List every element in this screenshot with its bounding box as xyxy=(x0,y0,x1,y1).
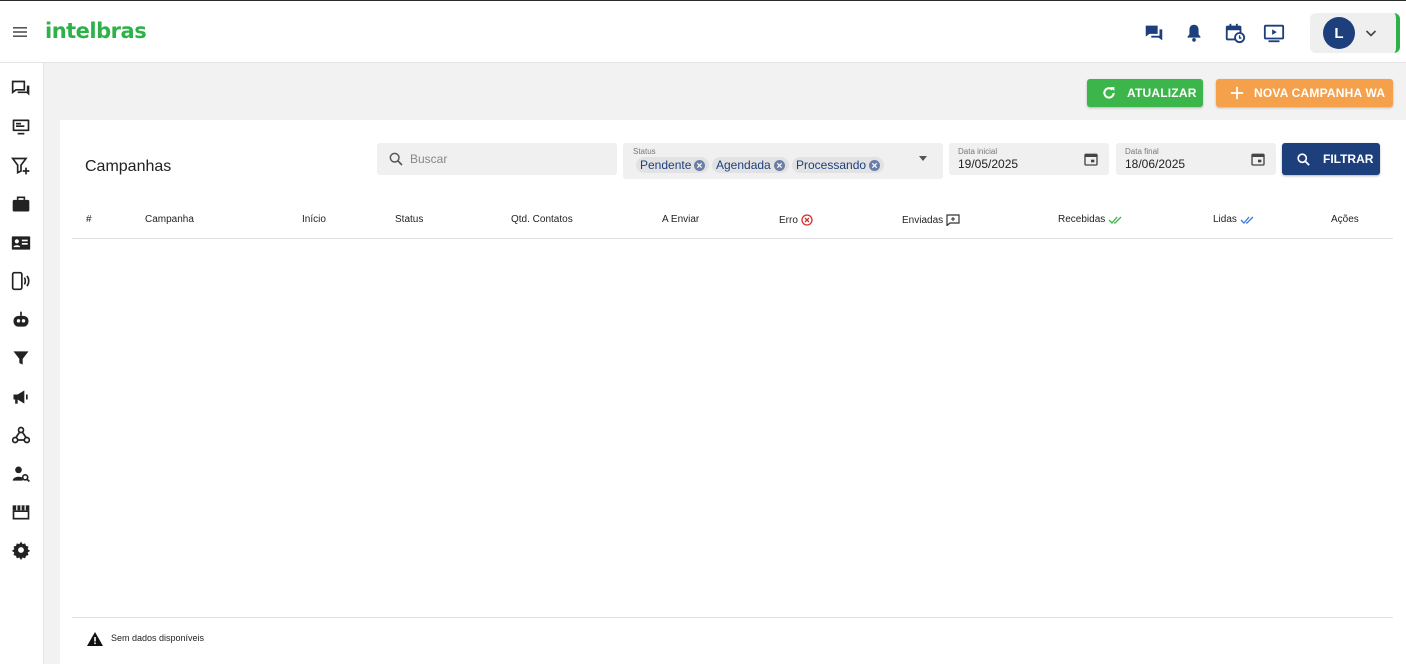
search-placeholder: Buscar xyxy=(410,152,448,166)
main-content: ATUALIZAR NOVA CAMPANHA WA Campanhas Bus… xyxy=(44,63,1406,664)
refresh-label: ATUALIZAR xyxy=(1127,86,1197,100)
column-header-actions: Ações xyxy=(1331,214,1359,225)
calendar-icon[interactable] xyxy=(1083,151,1099,167)
no-data-message: Sem dados disponíveis xyxy=(111,633,205,643)
phone-broadcast-icon[interactable] xyxy=(11,271,31,291)
column-header-sent[interactable]: Enviadas xyxy=(902,214,960,226)
avatar: L xyxy=(1323,17,1355,49)
status-chip-processando: Processando xyxy=(792,157,885,173)
sent-message-icon xyxy=(946,214,960,226)
chip-label: Pendente xyxy=(640,158,692,172)
column-header-number[interactable]: # xyxy=(86,214,92,225)
settings-icon[interactable] xyxy=(11,540,31,560)
column-header-status[interactable]: Status xyxy=(395,214,423,225)
chip-label: Agendada xyxy=(716,158,771,172)
filter-label: FILTRAR xyxy=(1323,152,1374,166)
search-icon xyxy=(1297,152,1310,166)
refresh-icon xyxy=(1103,87,1115,99)
calendar-clock-icon[interactable] xyxy=(1224,22,1246,44)
column-header-campaign[interactable]: Campanha xyxy=(145,214,194,225)
double-check-icon xyxy=(1240,216,1254,224)
status-select[interactable]: Status Pendente Agendada Processando xyxy=(623,143,943,179)
error-circle-icon xyxy=(801,214,813,226)
table-header: # Campanha Início Status Qtd. Contatos A… xyxy=(72,200,1393,239)
column-header-error[interactable]: Erro xyxy=(779,214,813,226)
search-icon xyxy=(389,152,403,166)
new-campaign-label: NOVA CAMPANHA WA xyxy=(1254,86,1386,100)
user-menu-button[interactable]: L xyxy=(1310,13,1400,53)
contact-card-icon[interactable] xyxy=(11,233,31,253)
start-date-label: Data inicial xyxy=(958,147,998,156)
chip-label: Processando xyxy=(796,158,867,172)
intelbras-logo[interactable]: intelbras xyxy=(45,19,147,43)
filter-button[interactable]: FILTRAR xyxy=(1282,143,1380,175)
megaphone-icon[interactable] xyxy=(11,387,31,407)
status-chip-agendada: Agendada xyxy=(712,157,789,173)
column-header-to-send[interactable]: A Enviar xyxy=(662,214,699,225)
sidebar xyxy=(0,63,44,664)
warning-icon xyxy=(87,632,103,646)
page-title: Campanhas xyxy=(85,158,172,175)
robot-icon[interactable] xyxy=(11,310,31,330)
column-header-contact-count[interactable]: Qtd. Contatos xyxy=(511,214,573,225)
chats-icon[interactable] xyxy=(11,79,31,99)
start-date-value: 19/05/2025 xyxy=(958,157,1019,171)
search-input[interactable]: Buscar xyxy=(377,143,617,175)
top-bar: intelbras L xyxy=(0,0,1406,63)
column-header-received[interactable]: Recebidas xyxy=(1058,214,1123,225)
status-label: Status xyxy=(633,147,656,156)
play-screen-icon[interactable] xyxy=(1263,22,1285,44)
column-header-start[interactable]: Início xyxy=(302,214,326,225)
calendar-icon[interactable] xyxy=(1250,151,1266,167)
end-date-label: Data final xyxy=(1125,147,1159,156)
chat-icon[interactable] xyxy=(1143,22,1165,44)
new-campaign-button[interactable]: NOVA CAMPANHA WA xyxy=(1216,79,1393,107)
briefcase-icon[interactable] xyxy=(11,194,31,214)
monitor-icon[interactable] xyxy=(11,117,31,137)
end-date-value: 18/06/2025 xyxy=(1125,157,1186,171)
hamburger-menu-icon[interactable] xyxy=(11,24,29,40)
filter-add-icon[interactable] xyxy=(11,156,31,176)
end-date-field[interactable]: Data final 18/06/2025 xyxy=(1116,143,1276,175)
start-date-field[interactable]: Data inicial 19/05/2025 xyxy=(949,143,1109,175)
plus-icon xyxy=(1230,86,1244,100)
user-search-icon[interactable] xyxy=(11,464,31,484)
chevron-down-icon xyxy=(1363,25,1379,41)
refresh-button[interactable]: ATUALIZAR xyxy=(1087,79,1203,107)
table-empty-state: Sem dados disponíveis xyxy=(72,617,1393,664)
bell-icon[interactable] xyxy=(1183,22,1205,44)
chip-remove-icon[interactable] xyxy=(773,159,785,171)
double-check-icon xyxy=(1108,216,1122,224)
chip-remove-icon[interactable] xyxy=(869,159,881,171)
chip-remove-icon[interactable] xyxy=(694,159,706,171)
dropdown-arrow-icon[interactable] xyxy=(919,156,927,161)
webhook-icon[interactable] xyxy=(11,425,31,445)
filter-icon[interactable] xyxy=(11,348,31,368)
status-chip-pendente: Pendente xyxy=(636,157,710,173)
column-header-read[interactable]: Lidas xyxy=(1213,214,1255,225)
storefront-icon[interactable] xyxy=(11,502,31,522)
campaigns-card: Campanhas Buscar Status Pendente Agendad… xyxy=(60,120,1406,664)
